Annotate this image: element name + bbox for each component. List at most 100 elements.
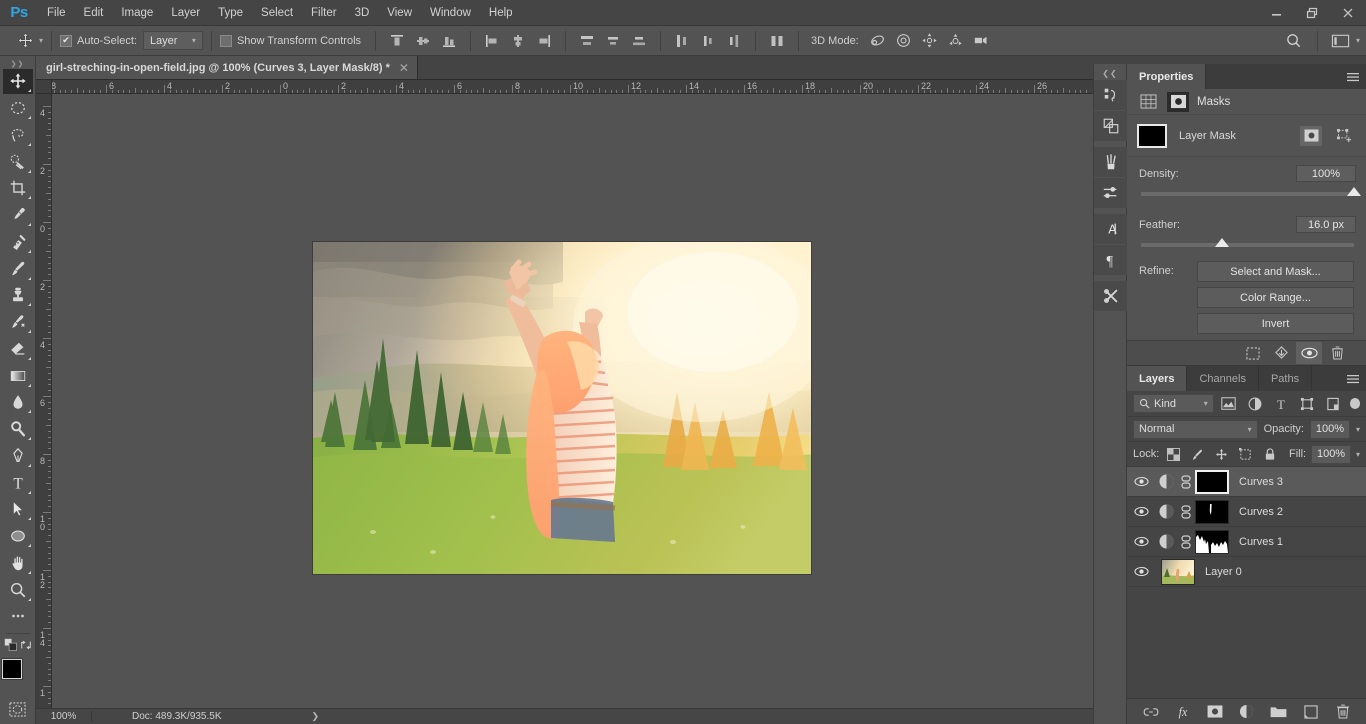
lock-transparency-icon[interactable] (1164, 445, 1183, 464)
filter-smart-object-icon[interactable] (1322, 394, 1344, 414)
layers-panel-menu-icon[interactable] (1346, 366, 1360, 391)
menu-window[interactable]: Window (421, 3, 480, 23)
layer-row-curves-3[interactable]: Curves 3 (1127, 467, 1366, 497)
fill-value[interactable]: 100% (1311, 444, 1351, 464)
menu-select[interactable]: Select (252, 3, 302, 23)
new-adjustment-layer-icon[interactable] (1236, 701, 1258, 723)
layer-visibility-icon[interactable] (1127, 506, 1155, 517)
auto-select-scope-dropdown[interactable]: Layer ▾ (142, 31, 203, 50)
distribute-right-edges-button[interactable] (721, 29, 747, 53)
rotate-3d-object-button[interactable] (865, 29, 891, 53)
layer-mask-thumbnail[interactable] (1195, 469, 1229, 495)
history-panel-icon[interactable] (1094, 80, 1128, 110)
status-expand-icon[interactable]: ❯ (312, 711, 320, 722)
marquee-tool[interactable] (3, 95, 33, 121)
dodge-tool[interactable] (3, 416, 33, 442)
link-layers-icon[interactable] (1140, 701, 1162, 723)
menu-layer[interactable]: Layer (162, 3, 209, 23)
zoom-tool[interactable] (3, 577, 33, 603)
layer-mask-thumbnail[interactable] (1195, 529, 1229, 555)
align-top-edges-button[interactable] (384, 29, 410, 53)
dock-expand-handle[interactable]: ❮❮ (1094, 66, 1126, 80)
paragraph-panel-icon[interactable]: ¶ (1094, 245, 1128, 275)
filter-kind-dropdown[interactable]: Kind ▾ (1133, 394, 1214, 413)
layer-row-curves-2[interactable]: Curves 2 (1127, 497, 1366, 527)
properties-panel-menu-icon[interactable] (1346, 64, 1360, 89)
feather-slider[interactable] (1141, 238, 1354, 247)
pen-tool[interactable] (3, 443, 33, 469)
quick-selection-tool[interactable] (3, 149, 33, 175)
curves-adjustment-icon[interactable] (1155, 473, 1177, 490)
path-selection-tool[interactable] (3, 497, 33, 523)
history-brush-tool[interactable] (3, 309, 33, 335)
restore-button[interactable] (1294, 0, 1330, 26)
tool-preset-picker[interactable]: ▾ (14, 30, 43, 52)
new-group-icon[interactable] (1268, 701, 1290, 723)
foreground-color-swatch[interactable] (1, 658, 22, 679)
brush-tool[interactable] (3, 256, 33, 282)
menu-type[interactable]: Type (209, 3, 252, 23)
vertical-ruler[interactable]: 4 2 0 2 4 6 8 1 0 1 2 1 4 1 (36, 94, 52, 708)
distribute-vertical-centers-button[interactable] (600, 29, 626, 53)
opacity-value[interactable]: 100% (1309, 419, 1350, 439)
color-range-button[interactable]: Color Range... (1197, 287, 1354, 308)
pixel-mask-icon[interactable] (1167, 91, 1189, 112)
menu-filter[interactable]: Filter (302, 3, 346, 23)
lock-image-icon[interactable] (1188, 445, 1207, 464)
lock-all-icon[interactable] (1260, 445, 1279, 464)
document-workspace[interactable] (52, 94, 1127, 708)
quick-mask-toggle[interactable] (3, 697, 33, 723)
character-panel-icon[interactable]: A (1094, 214, 1128, 244)
slide-3d-object-button[interactable] (943, 29, 969, 53)
gradient-tool[interactable] (3, 363, 33, 389)
curves-adjustment-icon[interactable] (1155, 503, 1177, 520)
add-vector-mask-icon[interactable] (1334, 126, 1356, 146)
filter-shape-icon[interactable] (1296, 394, 1318, 414)
clone-stamp-tool[interactable] (3, 283, 33, 309)
density-slider-handle[interactable] (1347, 187, 1361, 196)
apply-mask-icon[interactable] (1268, 342, 1294, 364)
roll-3d-object-button[interactable] (891, 29, 917, 53)
type-tool[interactable]: T (3, 470, 33, 496)
workspace-chevron-icon[interactable]: ▾ (1356, 36, 1360, 45)
crop-tool[interactable] (3, 176, 33, 202)
distribute-spacing-button[interactable] (764, 29, 790, 53)
menu-3d[interactable]: 3D (346, 3, 379, 23)
hand-tool[interactable] (3, 550, 33, 576)
auto-select-checkbox[interactable] (60, 34, 73, 47)
select-and-mask-button[interactable]: Select and Mask... (1197, 261, 1354, 282)
distribute-bottom-edges-button[interactable] (626, 29, 652, 53)
feather-slider-handle[interactable] (1214, 238, 1229, 247)
move-tool[interactable] (2, 68, 33, 95)
pan-3d-object-button[interactable] (917, 29, 943, 53)
layer-visibility-icon[interactable] (1127, 566, 1155, 577)
fill-chevron-icon[interactable]: ▾ (1356, 450, 1360, 459)
distribute-top-edges-button[interactable] (574, 29, 600, 53)
lock-artboard-icon[interactable] (1236, 445, 1255, 464)
layer-mask-thumbnail[interactable] (1137, 123, 1167, 148)
blend-mode-dropdown[interactable]: Normal ▾ (1133, 419, 1258, 439)
menu-help[interactable]: Help (480, 3, 522, 23)
feather-value[interactable]: 16.0 px (1296, 216, 1356, 233)
lasso-tool[interactable] (3, 122, 33, 148)
add-layer-mask-icon[interactable] (1204, 701, 1226, 723)
layer-row-curves-1[interactable]: Curves 1 (1127, 527, 1366, 557)
eraser-tool[interactable] (3, 336, 33, 362)
distribute-horizontal-centers-button[interactable] (695, 29, 721, 53)
opacity-chevron-icon[interactable]: ▾ (1356, 425, 1360, 434)
menu-edit[interactable]: Edit (75, 3, 113, 23)
close-icon[interactable]: ✕ (399, 61, 409, 75)
layer-style-fx-icon[interactable]: fx (1172, 701, 1194, 723)
healing-brush-tool[interactable] (3, 229, 33, 255)
edit-toolbar-tool[interactable] (3, 604, 33, 630)
zoom-level[interactable]: 100% (36, 711, 92, 722)
eyedropper-tool[interactable] (3, 202, 33, 228)
filter-adjustment-icon[interactable] (1244, 394, 1266, 414)
align-bottom-edges-button[interactable] (436, 29, 462, 53)
brush-panel-icon[interactable] (1094, 147, 1128, 177)
menu-file[interactable]: File (38, 3, 75, 23)
lock-position-icon[interactable] (1212, 445, 1231, 464)
curves-adjustment-icon[interactable] (1155, 533, 1177, 550)
scale-3d-camera-button[interactable] (969, 29, 995, 53)
tab-layers[interactable]: Layers (1127, 366, 1188, 391)
